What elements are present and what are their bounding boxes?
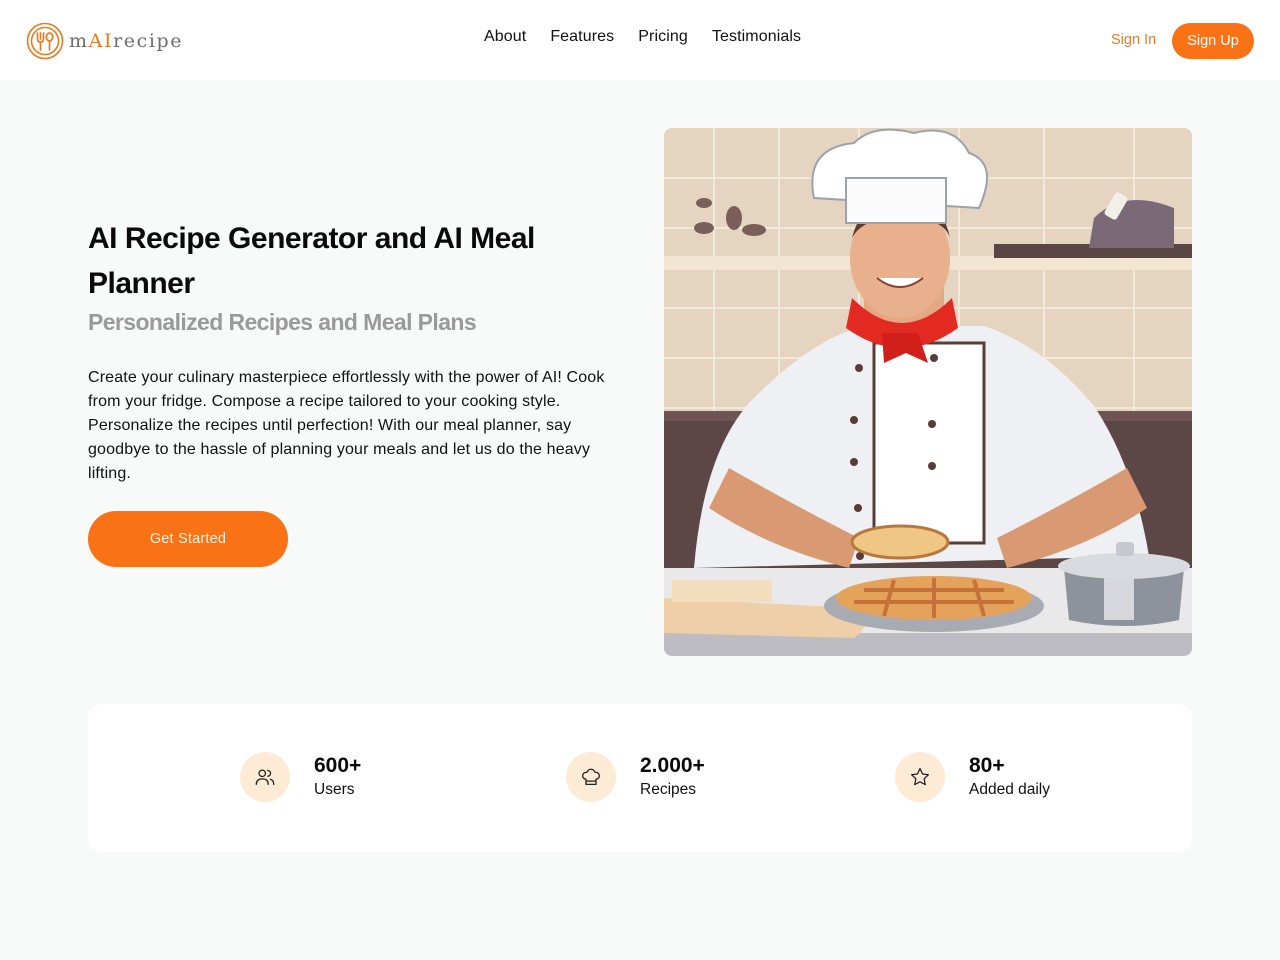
stat-value: 80+ [969, 754, 1005, 777]
chef-illustration [664, 128, 1192, 656]
hero-title: AI Recipe Generator and AI Meal Planner [88, 222, 535, 300]
stat-added-daily: 80+ Added daily [895, 752, 1050, 802]
stat-icon-circle [566, 752, 616, 802]
stat-recipes: 2.000+ Recipes [566, 752, 705, 802]
fork-spoon-plate-icon [26, 22, 64, 60]
sign-in-link[interactable]: Sign In [1111, 32, 1156, 48]
main-nav: About Features Pricing Testimonials [484, 28, 801, 46]
stat-icon-circle [895, 752, 945, 802]
stat-label: Users [314, 781, 355, 798]
nav-item-about[interactable]: About [484, 28, 526, 46]
chef-hat-icon [582, 768, 600, 785]
hero-description: Create your culinary masterpiece effortl… [88, 369, 605, 482]
nav-item-testimonials[interactable]: Testimonials [712, 28, 801, 46]
get-started-button[interactable]: Get Started [88, 511, 288, 567]
nav-item-features[interactable]: Features [550, 28, 614, 46]
stat-label: Recipes [640, 781, 696, 798]
nav-item-pricing[interactable]: Pricing [638, 28, 688, 46]
logo[interactable]: mAIrecipe [26, 22, 183, 60]
hero-subtitle: Personalized Recipes and Meal Plans [88, 309, 477, 335]
site-header: mAIrecipe About Features Pricing Testimo… [0, 0, 1280, 80]
stat-label: Added daily [969, 781, 1051, 798]
star-icon [910, 767, 930, 786]
users-icon [255, 769, 275, 785]
stats-panel: 600+ Users 2.000+ Recipes 80+ Added dail… [88, 704, 1192, 852]
stat-value: 600+ [314, 754, 362, 777]
stat-value: 2.000+ [640, 754, 705, 777]
brand-name: mAIrecipe [69, 30, 184, 52]
sign-up-button[interactable]: Sign Up [1172, 23, 1254, 59]
stat-icon-circle [240, 752, 290, 802]
chef-illustration-art [664, 128, 1192, 656]
stat-users: 600+ Users [240, 752, 361, 802]
